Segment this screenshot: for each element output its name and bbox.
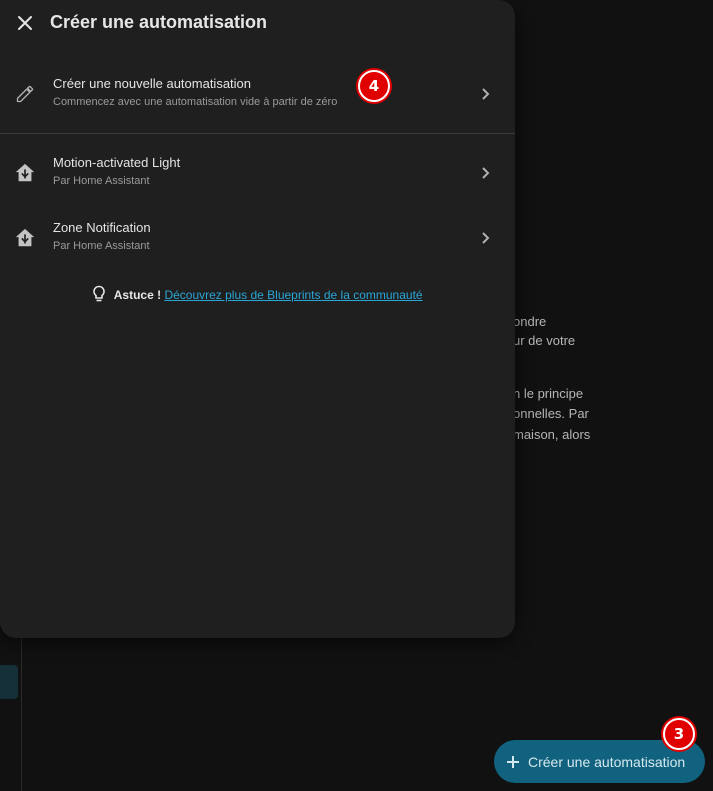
- background-text-line: ondre: [513, 314, 547, 329]
- background-text-line: ur de votre: [513, 333, 576, 348]
- step-badge: 3: [663, 718, 695, 750]
- background-text-line: n le principe: [513, 386, 584, 401]
- background-text-line: maison, alors: [513, 427, 591, 442]
- blueprint-title: Motion-activated Light: [53, 155, 181, 170]
- tip: Astuce ! Découvrez plus de Blueprints de…: [0, 285, 515, 306]
- plus-icon: [506, 755, 520, 769]
- new-automation-item[interactable]: Créer une nouvelle automatisation Commen…: [0, 66, 515, 122]
- blueprint-title: Zone Notification: [53, 220, 151, 235]
- dialog-title: Créer une automatisation: [50, 12, 268, 32]
- tip-label: Astuce !: [113, 288, 162, 302]
- blueprint-icon: [13, 226, 37, 250]
- new-automation-subtitle: Commencez avec une automatisation vide à…: [53, 96, 338, 108]
- blueprint-subtitle: Par Home Assistant: [53, 240, 150, 252]
- blueprint-subtitle: Par Home Assistant: [53, 175, 150, 187]
- lightbulb-icon: [92, 285, 106, 306]
- blueprint-icon: [13, 161, 37, 185]
- create-automation-button-label: Créer une automatisation: [528, 753, 686, 770]
- divider: [0, 133, 515, 134]
- pencil-icon: [13, 82, 37, 106]
- new-automation-title: Créer une nouvelle automatisation: [53, 76, 252, 91]
- close-button[interactable]: [12, 10, 38, 36]
- sidebar-selected-item[interactable]: [0, 665, 18, 699]
- background-text-line: onnelles. Par: [513, 406, 589, 421]
- create-automation-dialog: Créer une automatisation Créer une nouve…: [0, 0, 515, 638]
- step-badge: 4: [358, 70, 390, 102]
- close-icon: [18, 16, 32, 30]
- blueprint-item[interactable]: Motion-activated Light Par Home Assistan…: [0, 145, 515, 201]
- blueprint-item[interactable]: Zone Notification Par Home Assistant: [0, 210, 515, 266]
- chevron-right-icon: [477, 229, 495, 247]
- community-blueprints-link[interactable]: Découvrez plus de Blueprints de la commu…: [164, 288, 422, 302]
- chevron-right-icon: [477, 164, 495, 182]
- chevron-right-icon: [477, 85, 495, 103]
- dialog-header: Créer une automatisation: [0, 0, 515, 46]
